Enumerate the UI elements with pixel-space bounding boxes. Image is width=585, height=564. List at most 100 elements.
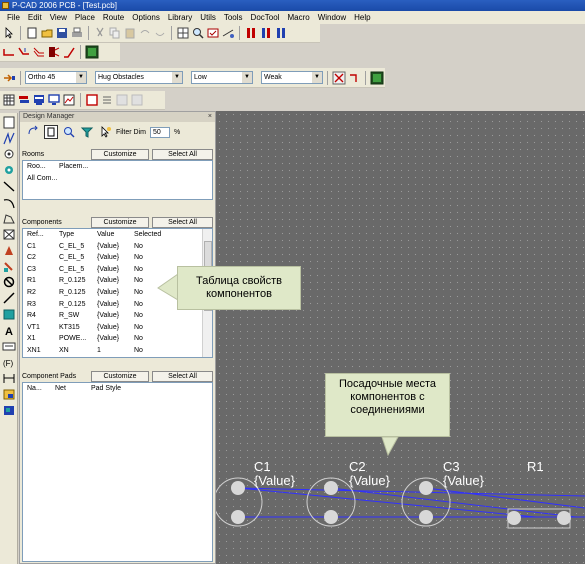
paste-icon[interactable] bbox=[123, 26, 137, 40]
place-copper-icon[interactable] bbox=[2, 244, 16, 257]
place-polygon-icon[interactable] bbox=[2, 212, 16, 225]
undo-icon[interactable] bbox=[138, 26, 152, 40]
table-row[interactable]: VT1 KT315 {Value} No bbox=[23, 322, 212, 334]
menu-place[interactable]: Place bbox=[71, 13, 99, 22]
filter-icon[interactable] bbox=[80, 125, 94, 139]
route-manual-icon[interactable] bbox=[2, 45, 16, 59]
refresh-icon[interactable] bbox=[26, 125, 40, 139]
pads-customize-button[interactable]: Customize bbox=[91, 370, 149, 382]
col-pad-net[interactable]: Net bbox=[55, 383, 91, 395]
place-point-icon[interactable] bbox=[2, 388, 16, 401]
properties-icon[interactable] bbox=[32, 93, 46, 107]
col-pad-style[interactable]: Pad Style bbox=[91, 383, 151, 395]
layers-icon[interactable] bbox=[17, 93, 31, 107]
table-row[interactable]: XN1 XN 1 No bbox=[23, 345, 212, 357]
col-pad-name[interactable]: Na... bbox=[23, 383, 55, 395]
chart-icon[interactable] bbox=[62, 93, 76, 107]
menu-library[interactable]: Library bbox=[164, 13, 196, 22]
route-cancel-icon[interactable] bbox=[332, 71, 346, 85]
level-select-2[interactable]: Weak ▼ bbox=[261, 71, 323, 84]
copy-icon[interactable] bbox=[108, 26, 122, 40]
route-fanout-icon[interactable] bbox=[47, 45, 61, 59]
col-ref[interactable]: Ref... bbox=[23, 229, 59, 241]
disabled-tool-icon-2[interactable] bbox=[130, 93, 144, 107]
place-attribute-icon[interactable] bbox=[2, 340, 16, 353]
menu-window[interactable]: Window bbox=[314, 13, 350, 22]
prohibit-icon[interactable] bbox=[2, 276, 16, 289]
menu-route[interactable]: Route bbox=[99, 13, 128, 22]
place-line-icon[interactable] bbox=[2, 132, 16, 145]
layer-swap-icon[interactable] bbox=[259, 26, 273, 40]
menu-view[interactable]: View bbox=[46, 13, 71, 22]
place-fill-icon[interactable] bbox=[2, 260, 16, 273]
select-arrow-icon[interactable] bbox=[2, 26, 16, 40]
measure-icon[interactable] bbox=[221, 26, 235, 40]
report-icon[interactable] bbox=[85, 93, 99, 107]
open-folder-icon[interactable] bbox=[40, 26, 54, 40]
table-row[interactable]: C2 C_EL_5 {Value} No bbox=[23, 252, 212, 264]
route-autorouter-icon[interactable] bbox=[85, 45, 99, 59]
menu-help[interactable]: Help bbox=[350, 13, 374, 22]
table-row[interactable]: X1 POWE... {Value} No bbox=[23, 333, 212, 345]
pin-icon[interactable] bbox=[44, 125, 58, 139]
footprint-r1[interactable] bbox=[507, 508, 571, 529]
place-arc-icon[interactable] bbox=[2, 196, 16, 209]
cut-icon[interactable] bbox=[93, 26, 107, 40]
place-trace-icon[interactable] bbox=[2, 180, 16, 193]
rooms-select-all-button[interactable]: Select All bbox=[152, 148, 213, 160]
footprint-c2[interactable] bbox=[306, 477, 356, 527]
list-icon[interactable] bbox=[100, 93, 114, 107]
redo-icon[interactable] bbox=[153, 26, 167, 40]
drc-icon[interactable] bbox=[206, 26, 220, 40]
col-selected[interactable]: Selected bbox=[134, 229, 174, 241]
menu-macro[interactable]: Macro bbox=[283, 13, 313, 22]
layer-red-icon[interactable] bbox=[244, 26, 258, 40]
grid-view-icon[interactable] bbox=[176, 26, 190, 40]
menu-doctool[interactable]: DocTool bbox=[247, 13, 284, 22]
select-tool-icon[interactable] bbox=[2, 116, 16, 129]
col-type[interactable]: Type bbox=[59, 229, 97, 241]
route-options-icon[interactable] bbox=[2, 71, 16, 85]
route-multi-icon[interactable] bbox=[32, 45, 46, 59]
level-select-1[interactable]: Low ▼ bbox=[191, 71, 253, 84]
route-arc-icon[interactable] bbox=[62, 45, 76, 59]
disabled-tool-icon[interactable] bbox=[115, 93, 129, 107]
route-mode-select[interactable]: Ortho 45 ▼ bbox=[25, 71, 87, 84]
place-via-icon[interactable] bbox=[2, 164, 16, 177]
place-pad-icon[interactable] bbox=[2, 148, 16, 161]
place-text-icon[interactable]: A bbox=[2, 324, 16, 337]
route-interactive-icon[interactable] bbox=[17, 45, 31, 59]
list-item[interactable]: All Com... bbox=[23, 173, 212, 185]
print-icon[interactable] bbox=[70, 26, 84, 40]
zoom-icon[interactable] bbox=[191, 26, 205, 40]
place-dimension-icon[interactable] bbox=[2, 372, 16, 385]
menu-edit[interactable]: Edit bbox=[24, 13, 46, 22]
col-value[interactable]: Value bbox=[97, 229, 134, 241]
menu-options[interactable]: Options bbox=[128, 13, 164, 22]
pcb-canvas[interactable]: C1 {Value} C2 {Value} C3 {Value} R1 Поса… bbox=[216, 111, 585, 564]
table-row[interactable]: C1 C_EL_5 {Value} No bbox=[23, 241, 212, 253]
monitor-icon[interactable] bbox=[47, 93, 61, 107]
table-row[interactable]: R4 R_SW {Value} No bbox=[23, 310, 212, 322]
menu-tools[interactable]: Tools bbox=[220, 13, 247, 22]
rooms-col-name[interactable]: Roo... bbox=[23, 161, 59, 173]
close-icon[interactable]: × bbox=[208, 112, 212, 122]
pads-select-all-button[interactable]: Select All bbox=[152, 370, 213, 382]
zoom-to-icon[interactable] bbox=[62, 125, 76, 139]
table-icon[interactable] bbox=[2, 93, 16, 107]
route-board-icon[interactable] bbox=[370, 71, 384, 85]
rooms-customize-button[interactable]: Customize bbox=[91, 148, 149, 160]
components-select-all-button[interactable]: Select All bbox=[152, 216, 213, 228]
new-file-icon[interactable] bbox=[25, 26, 39, 40]
place-ruler-icon[interactable] bbox=[2, 404, 16, 417]
layer-blue-icon[interactable] bbox=[274, 26, 288, 40]
route-corner-icon[interactable] bbox=[347, 71, 361, 85]
components-customize-button[interactable]: Customize bbox=[91, 216, 149, 228]
rooms-col-placement[interactable]: Placem... bbox=[59, 161, 97, 173]
obstacle-mode-select[interactable]: Hug Obstacles ▼ bbox=[95, 71, 183, 84]
menu-utils[interactable]: Utils bbox=[196, 13, 220, 22]
place-field-icon[interactable]: (F) bbox=[2, 356, 16, 369]
place-plane-icon[interactable] bbox=[2, 292, 16, 305]
select-filter-icon[interactable] bbox=[98, 125, 112, 139]
save-icon[interactable] bbox=[55, 26, 69, 40]
